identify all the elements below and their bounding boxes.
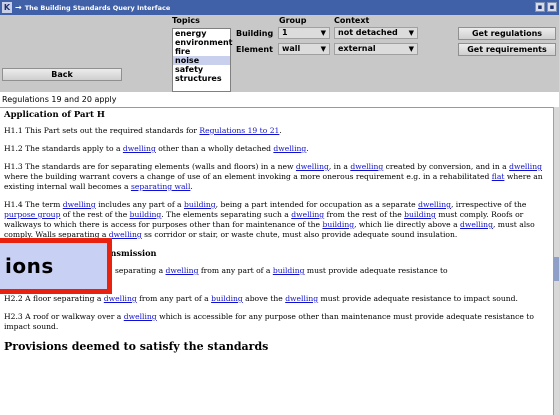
dwelling-link[interactable]: dwelling <box>124 312 157 321</box>
arrow-icon: → <box>15 3 22 12</box>
context-element-select[interactable]: external ▼ <box>334 43 418 55</box>
dwelling-link[interactable]: dwelling <box>109 230 142 239</box>
element-label: Element <box>236 45 273 54</box>
paragraph-h1-1: H1.1 This Part sets out the required sta… <box>4 126 282 135</box>
paragraph-h2-3: H2.3 A roof or walkway over a dwelling w… <box>4 312 534 331</box>
topic-item-safety[interactable]: safety <box>173 65 230 74</box>
topic-item-structures[interactable]: structures <box>173 74 230 83</box>
app-menu-icon[interactable]: K <box>2 2 12 13</box>
element-select-value: wall <box>282 44 301 53</box>
topic-item-energy[interactable]: energy <box>173 29 230 38</box>
context-building-select[interactable]: not detached ▼ <box>334 27 418 39</box>
group-header: Group <box>279 16 307 25</box>
dwelling-link[interactable]: dwelling <box>460 220 493 229</box>
building-link[interactable]: building <box>322 220 354 229</box>
dwelling-link[interactable]: dwelling <box>296 162 329 171</box>
minimize-icon[interactable]: ▪ <box>535 2 545 12</box>
provisions-heading: Provisions deemed to satisfy the standar… <box>4 340 269 353</box>
chevron-down-icon: ▼ <box>408 45 414 53</box>
building-select[interactable]: 1 ▼ <box>278 27 330 39</box>
building-label: Building <box>236 29 274 38</box>
dwelling-link[interactable]: dwelling <box>166 266 199 275</box>
dwelling-link[interactable]: dwelling <box>63 200 96 209</box>
section-subheading: resist sound transmission <box>38 248 157 258</box>
context-building-value: not detached <box>338 28 398 37</box>
close-icon[interactable]: ▪ <box>547 2 557 12</box>
get-requirements-button[interactable]: Get requirements <box>458 43 556 56</box>
flat-link[interactable]: flat <box>492 172 505 181</box>
dwelling-link[interactable]: dwelling <box>350 162 383 171</box>
get-regulations-button[interactable]: Get regulations <box>458 27 556 40</box>
window-title: The Building Standards Query Interface <box>24 3 171 12</box>
topic-item-fire[interactable]: fire <box>173 47 230 56</box>
dwelling-link[interactable]: dwelling <box>104 294 137 303</box>
building-link[interactable]: building <box>404 210 436 219</box>
vertical-scrollbar[interactable] <box>553 107 559 415</box>
building-select-value: 1 <box>282 28 288 37</box>
overlay-text: ions <box>5 254 54 278</box>
dwelling-link[interactable]: dwelling <box>509 162 542 171</box>
dwelling-link[interactable]: dwelling <box>273 144 306 153</box>
dwelling-link[interactable]: dwelling <box>285 294 318 303</box>
doc-title: Application of Part H <box>4 110 105 120</box>
app-window: K → The Building Standards Query Interfa… <box>0 0 559 415</box>
topic-item-noise[interactable]: noise <box>173 56 230 65</box>
context-header: Context <box>334 16 370 25</box>
topic-item-environment[interactable]: environment <box>173 38 233 47</box>
chevron-down-icon: ▼ <box>320 45 326 53</box>
scrollbar-thumb[interactable] <box>554 257 559 281</box>
chevron-down-icon: ▼ <box>320 29 326 37</box>
status-text: Regulations 19 and 20 apply <box>0 93 559 106</box>
building-link[interactable]: building <box>130 210 162 219</box>
paragraph-h2-2: H2.2 A floor separating a dwelling from … <box>4 294 518 303</box>
context-element-value: external <box>338 44 376 53</box>
topics-header: Topics <box>172 16 200 25</box>
dwelling-link[interactable]: dwelling <box>291 210 324 219</box>
title-bar: K → The Building Standards Query Interfa… <box>0 0 559 15</box>
dwelling-link[interactable]: dwelling <box>418 200 451 209</box>
separating-wall-link[interactable]: separating wall <box>131 182 190 191</box>
tooltip-overlay: ions <box>0 238 112 294</box>
topics-list[interactable]: energy environment fire noise safety str… <box>172 28 233 92</box>
back-button[interactable]: Back <box>2 68 122 81</box>
building-link[interactable]: building <box>273 266 305 275</box>
regulations-link[interactable]: Regulations 19 to 21 <box>199 126 279 135</box>
paragraph-h1-4: H1.4 The term dwelling includes any part… <box>4 200 535 239</box>
element-select[interactable]: wall ▼ <box>278 43 330 55</box>
controls-panel: Topics Group Context energy environment … <box>0 15 559 92</box>
paragraph-h1-3: H1.3 The standards are for separating el… <box>4 162 543 191</box>
chevron-down-icon: ▼ <box>408 29 414 37</box>
building-link[interactable]: building <box>211 294 243 303</box>
purpose-group-link[interactable]: purpose group <box>4 210 60 219</box>
dwelling-link[interactable]: dwelling <box>123 144 156 153</box>
paragraph-h1-2: H1.2 The standards apply to a dwelling o… <box>4 144 309 153</box>
building-link[interactable]: building <box>184 200 216 209</box>
